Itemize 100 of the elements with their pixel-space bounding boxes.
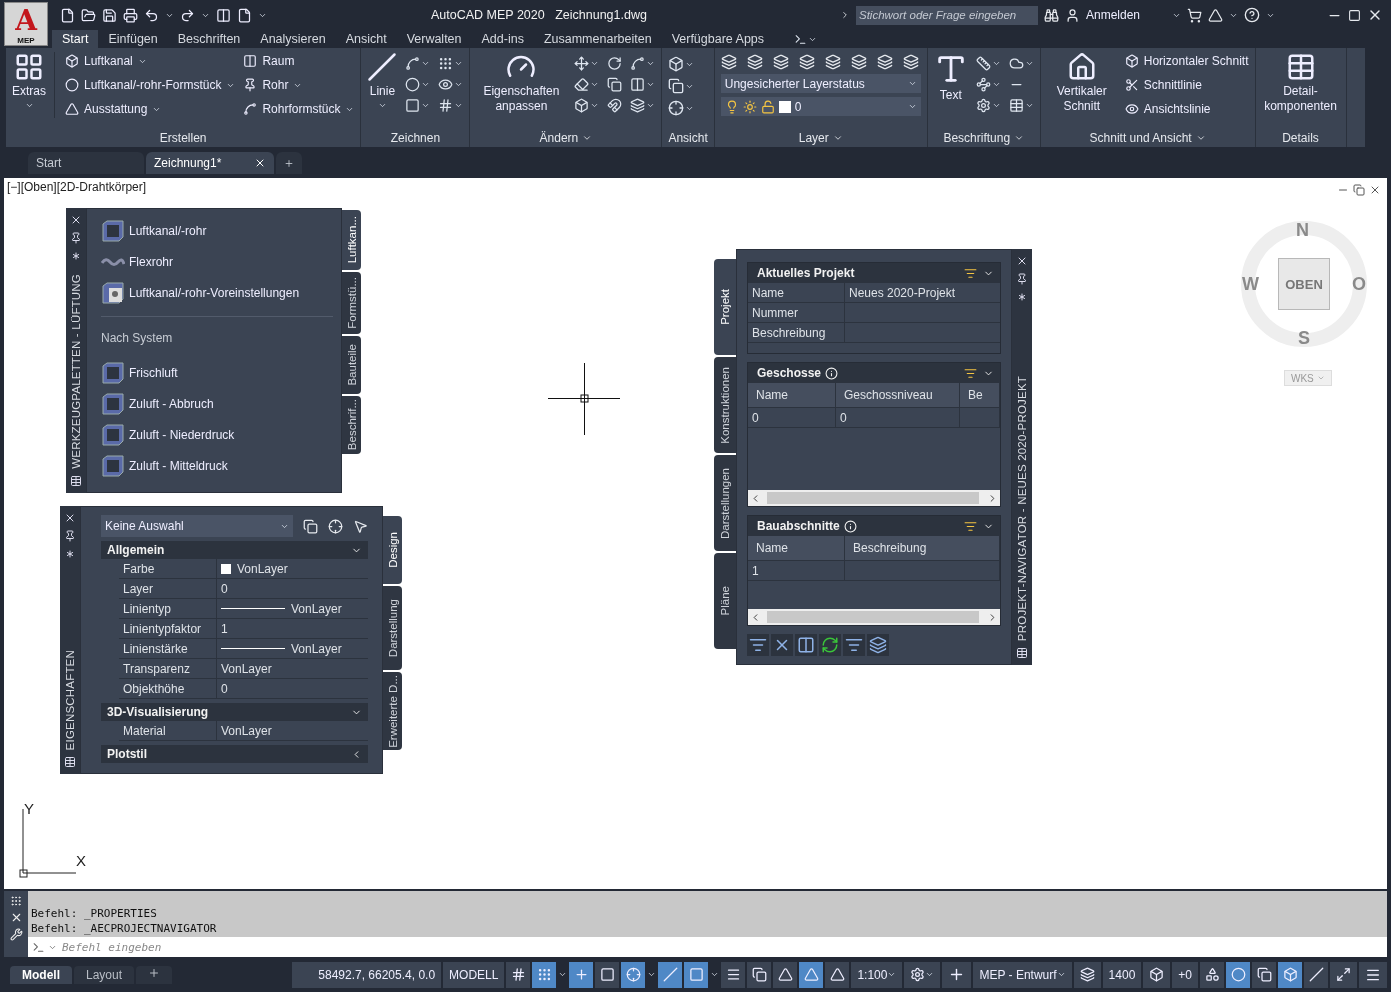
ribbon-button[interactable]: Horizontaler Schnitt: [1124, 52, 1249, 70]
panel-title[interactable]: Schnitt und Ansicht: [1046, 129, 1249, 147]
property-value[interactable]: 0: [217, 679, 368, 698]
caret-icon[interactable]: [925, 970, 935, 979]
navigator-tab[interactable]: Darstellungen: [714, 455, 736, 551]
wrench-icon[interactable]: [9, 928, 23, 941]
filter-icon[interactable]: [747, 634, 769, 656]
crosshair-icon[interactable]: [328, 518, 343, 534]
compass-ring[interactable]: [1238, 218, 1370, 350]
workspace-menu[interactable]: MEP - Entwurf: [973, 961, 1072, 988]
move-icon[interactable]: [574, 56, 590, 71]
filter-icon[interactable]: [964, 266, 977, 280]
field-value[interactable]: Neues 2020-Projekt: [845, 283, 1000, 302]
layer-state-dropdown[interactable]: Ungesicherter Layerstatus: [720, 74, 921, 93]
column-header[interactable]: Beschreibung: [845, 536, 1000, 560]
caret-icon[interactable]: [991, 80, 1001, 89]
user-icon[interactable]: [1065, 7, 1080, 23]
asterisk-icon[interactable]: [1016, 291, 1028, 303]
command-input[interactable]: Befehl eingeben: [28, 937, 1387, 957]
section-header[interactable]: Allgemein: [101, 541, 368, 559]
asterisk-icon[interactable]: [70, 250, 82, 262]
column-header[interactable]: Name: [748, 383, 836, 407]
binoculars-icon[interactable]: [1044, 7, 1059, 23]
ribbon-tab[interactable]: Beschriften: [167, 30, 251, 48]
offset-value[interactable]: +0: [1172, 961, 1198, 988]
close-icon[interactable]: [70, 214, 82, 226]
caret-icon[interactable]: [377, 101, 387, 110]
hatch-icon[interactable]: [438, 98, 454, 113]
caret-icon[interactable]: [590, 80, 600, 89]
caret-icon[interactable]: [454, 59, 464, 68]
close-icon[interactable]: [254, 157, 266, 169]
layers-icon[interactable]: [902, 54, 919, 70]
filter-icon[interactable]: [843, 634, 865, 656]
ribbon-button[interactable]: Raum: [243, 52, 355, 70]
ribbon-tab[interactable]: Verwalten: [396, 30, 472, 48]
column-header[interactable]: Geschossniveau: [836, 383, 960, 407]
palette-tab[interactable]: Beschrif...: [342, 396, 361, 454]
caret-icon[interactable]: [887, 970, 897, 979]
property-value[interactable]: VonLayer: [217, 599, 368, 618]
ribbon-button[interactable]: Ausstattung: [65, 100, 236, 118]
table-icon[interactable]: [1016, 647, 1028, 659]
print-icon[interactable]: [123, 7, 138, 23]
caret-icon[interactable]: [1024, 101, 1034, 110]
panel-title[interactable]: Ändern: [476, 129, 656, 147]
caret-icon[interactable]: [1014, 133, 1025, 143]
triangle-icon[interactable]: [1208, 7, 1223, 23]
asterisk-icon[interactable]: [64, 548, 76, 560]
ribbon-tab[interactable]: Verfügbare Apps: [661, 30, 775, 48]
layout-tab[interactable]: Layout: [74, 965, 135, 984]
panel-title[interactable]: Erstellen: [12, 129, 355, 147]
status-toggle[interactable]: [532, 961, 557, 988]
magnet-icon[interactable]: [607, 98, 623, 113]
palette-tool[interactable]: Luftkanal/-rohr-Voreinstellungen: [101, 277, 333, 308]
pointer-icon[interactable]: [353, 518, 368, 534]
copy-icon[interactable]: [607, 77, 623, 92]
box-icon[interactable]: [574, 98, 590, 113]
palette-tab[interactable]: Darstellung: [383, 586, 402, 670]
layers-icon[interactable]: [876, 54, 893, 70]
help-icon[interactable]: [1244, 7, 1260, 23]
property-value[interactable]: VonLayer: [217, 639, 368, 658]
new-tab-button[interactable]: [276, 152, 302, 174]
caret-icon[interactable]: [646, 101, 656, 110]
elevation-value[interactable]: 1400: [1102, 961, 1142, 988]
circle-icon[interactable]: [405, 77, 421, 92]
caret-icon[interactable]: [454, 101, 464, 110]
navigator-tab[interactable]: Pläne: [714, 553, 736, 649]
close-icon[interactable]: [1369, 184, 1381, 196]
panel-icon[interactable]: [794, 32, 808, 46]
cart-icon[interactable]: [1187, 7, 1202, 23]
fillet-icon[interactable]: [630, 56, 646, 71]
layer-dropdown[interactable]: 0: [720, 97, 921, 116]
status-toggle[interactable]: [569, 961, 594, 988]
layers-icon[interactable]: [850, 54, 867, 70]
ribbon-tab[interactable]: Einfügen: [98, 30, 168, 48]
text-button[interactable]: Text: [933, 52, 968, 103]
section-header[interactable]: 3D-Visualisierung: [101, 703, 368, 721]
status-toggle[interactable]: [1278, 961, 1302, 988]
column-header[interactable]: Name: [748, 536, 845, 560]
property-value[interactable]: 1: [217, 619, 368, 638]
palette-tool[interactable]: Luftkanal/-rohr: [101, 215, 333, 246]
status-toggle[interactable]: [595, 961, 620, 988]
palette-tab[interactable]: Luftkan...: [342, 210, 361, 270]
match-properties-button[interactable]: Eigenschaften anpassen: [476, 52, 567, 114]
filter-icon[interactable]: [964, 519, 977, 533]
caret-icon[interactable]: [1024, 59, 1034, 68]
panel-title[interactable]: Zeichnen: [367, 129, 464, 147]
caret-icon[interactable]: [421, 101, 431, 110]
caret-icon[interactable]: [647, 970, 657, 979]
caret-icon[interactable]: [421, 59, 431, 68]
info-icon[interactable]: [825, 366, 839, 380]
viewport-label[interactable]: [−][Oben][2D-Drahtkörper]: [7, 180, 147, 194]
layers-icon[interactable]: [798, 54, 815, 70]
rectangle-icon[interactable]: [405, 98, 421, 113]
info-icon[interactable]: [843, 519, 857, 533]
ribbon-tab[interactable]: Analysieren: [250, 30, 336, 48]
pin-icon[interactable]: [64, 530, 76, 542]
gear-icon[interactable]: [975, 98, 991, 113]
palette-tab[interactable]: Erweiterte D...: [383, 672, 402, 750]
vertical-section-button[interactable]: Vertikaler Schnitt: [1046, 52, 1117, 114]
copy-icon[interactable]: [303, 518, 318, 534]
